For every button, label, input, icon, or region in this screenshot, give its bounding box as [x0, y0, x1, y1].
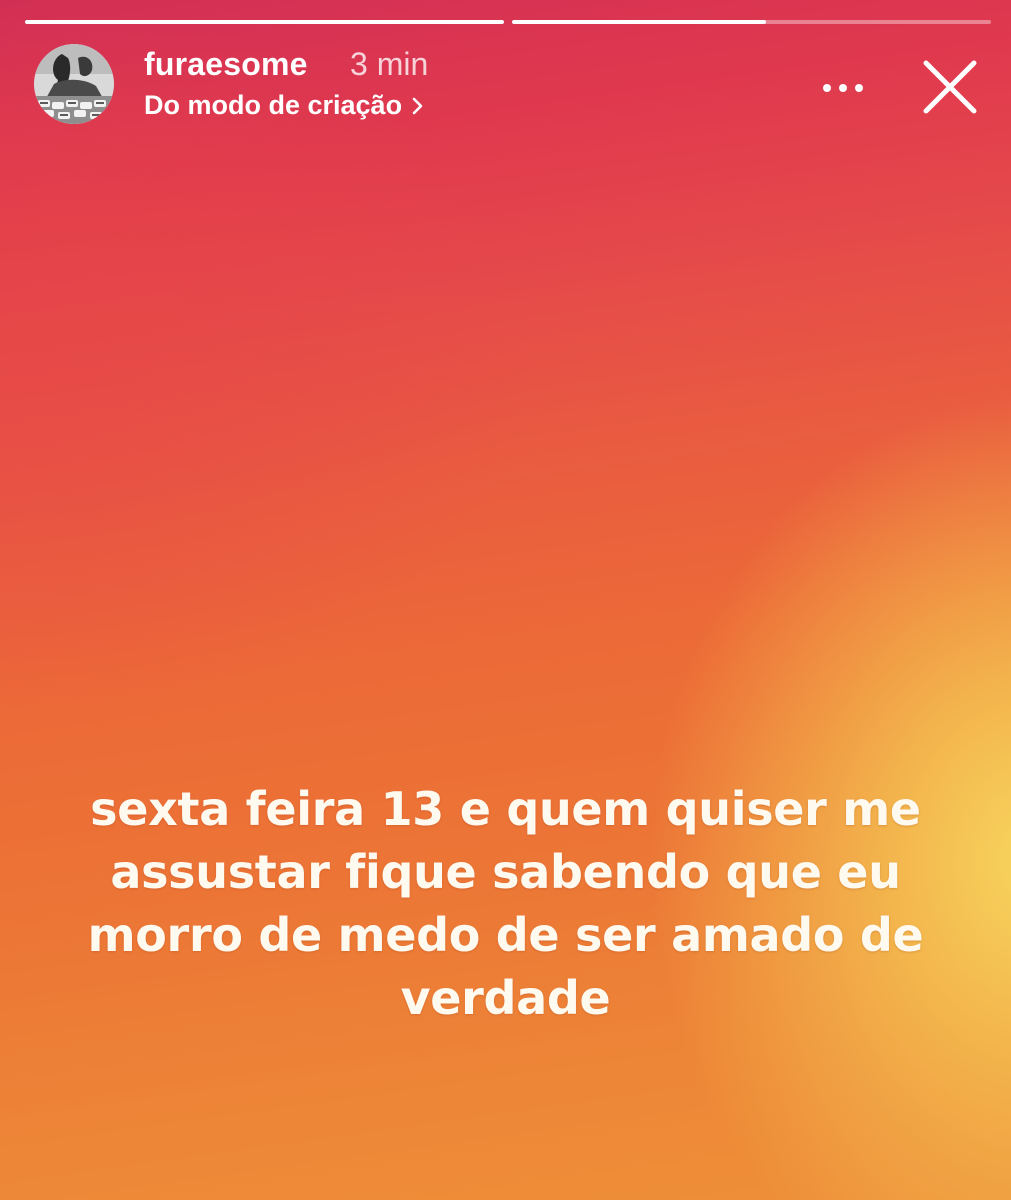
create-mode-label: Do modo de criação [144, 90, 403, 120]
profile-photo-avatar [34, 44, 114, 124]
story-header: furaesome 3 min Do modo de criação [32, 42, 989, 132]
caption-line: morro de medo de ser amado de [87, 908, 924, 962]
caption-line: assustar fique sabendo que eu [110, 845, 901, 899]
more-options-icon [823, 84, 863, 92]
username[interactable]: furaesome [144, 46, 308, 83]
story-caption: sexta feira 13 e quem quiser me assustar… [40, 778, 971, 1030]
progress-fill [25, 20, 504, 24]
avatar[interactable] [34, 44, 114, 124]
chevron-right-icon [412, 97, 423, 114]
close-icon [923, 60, 977, 114]
progress-segment [25, 20, 504, 24]
create-mode-link[interactable]: Do modo de criação [144, 90, 426, 121]
story-viewer[interactable]: furaesome 3 min Do modo de criação sexta… [0, 0, 1011, 1200]
close-button[interactable] [911, 48, 989, 126]
post-time: 3 min [350, 46, 429, 82]
caption-line: verdade [400, 971, 611, 1025]
more-options-button[interactable] [815, 72, 871, 104]
story-progress-bar [25, 20, 991, 24]
caption-line: sexta feira 13 e quem quiser me [90, 782, 921, 836]
progress-segment [512, 20, 991, 24]
progress-fill [512, 20, 766, 24]
